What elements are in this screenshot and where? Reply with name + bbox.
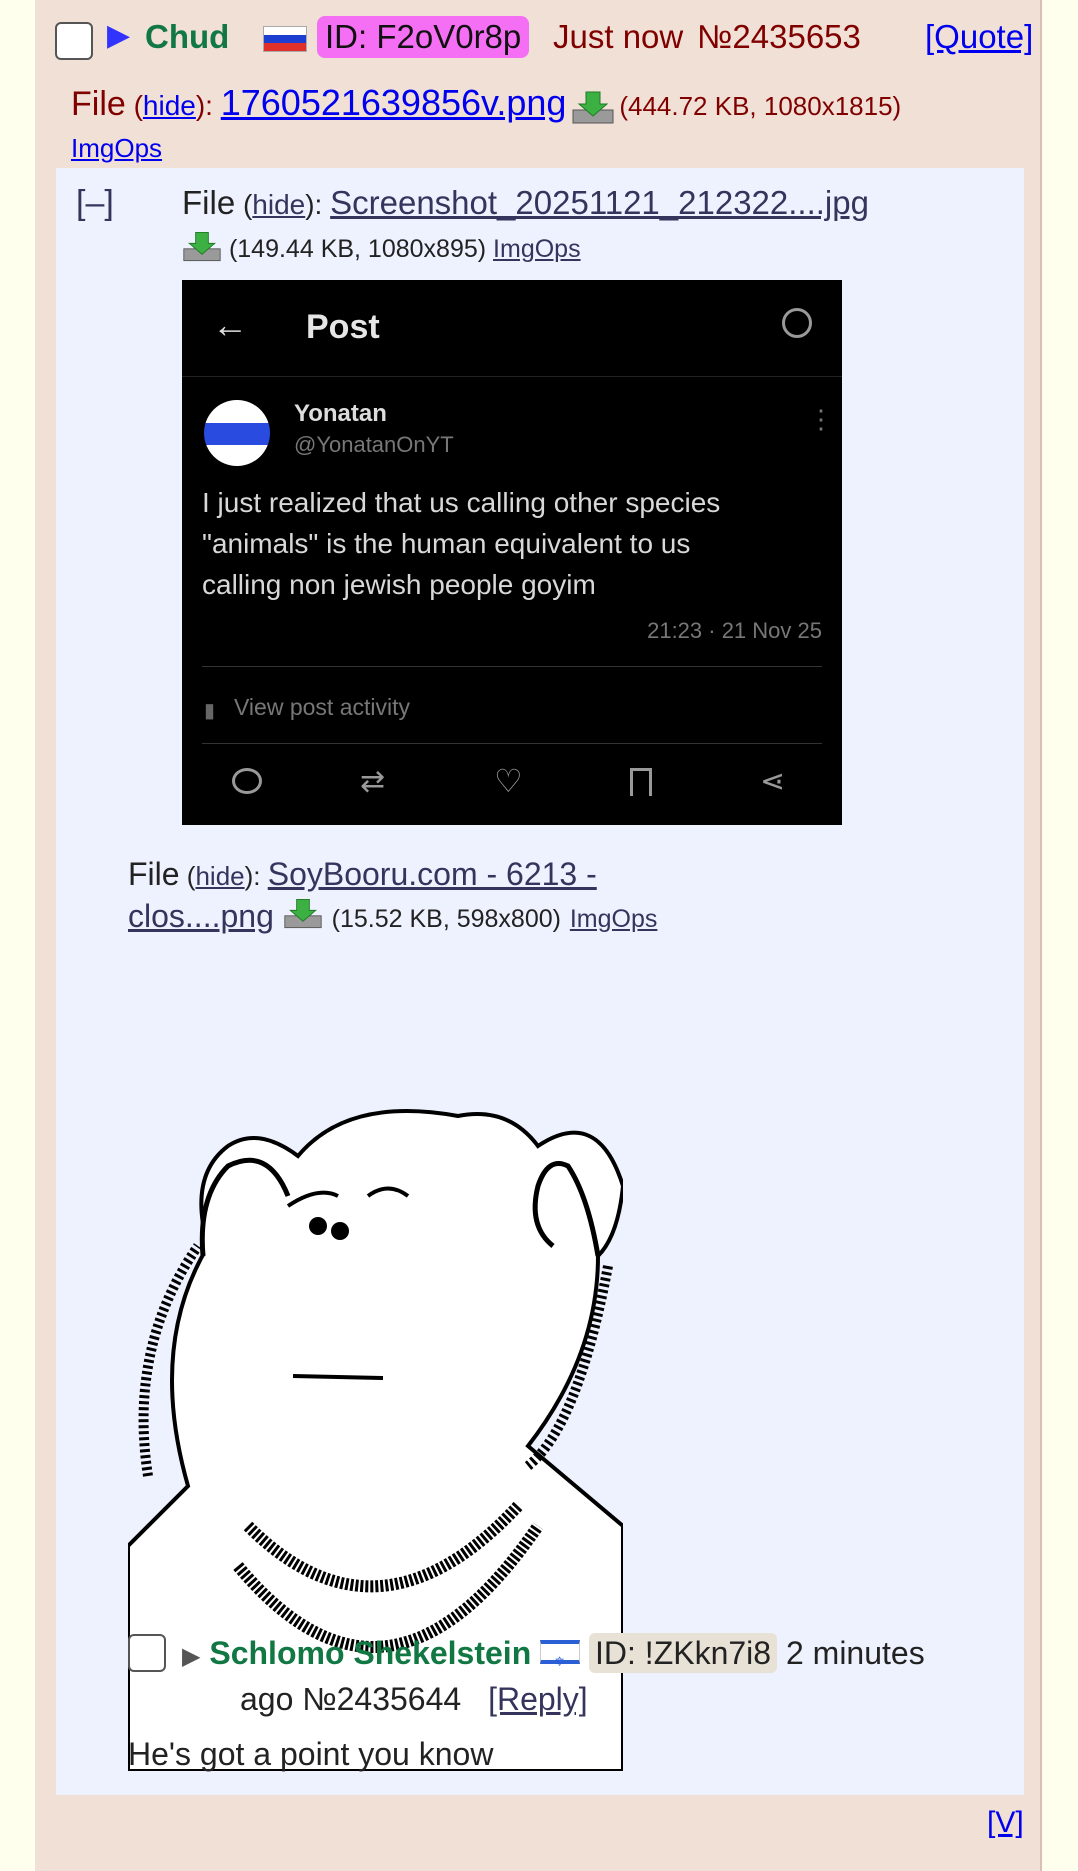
hide-file-link[interactable]: hide [143, 90, 196, 121]
embedded-file1-info: (149.44 KB, 1080x895) ImgOps [182, 230, 581, 271]
reply-icon [232, 768, 262, 794]
retweet-icon: ⇄ [360, 765, 386, 798]
tweet-text-line: calling non jewish people goyim [202, 569, 596, 600]
like-icon: ♡ [494, 763, 523, 799]
file-label: File [182, 184, 236, 221]
avatar [204, 400, 270, 466]
tweet-header: Post [306, 308, 380, 346]
file-name-link[interactable]: 1760521639856v.png [221, 82, 567, 123]
back-arrow-icon: ← [212, 304, 248, 345]
israel-flag-icon [540, 1640, 581, 1683]
post-header: ▶ Chud ID: F2oV0r8p Just now №2435653 [Q… [55, 16, 1035, 66]
expand-arrow-icon[interactable]: ▶ [107, 18, 130, 53]
poster-id-badge[interactable]: ID: F2oV0r8p [317, 16, 530, 58]
poster-name: Chud [145, 18, 230, 55]
embedded-post: [–] File (hide): Screenshot_20251121_212… [56, 168, 1024, 1795]
reply-message: He's got a point you know [128, 1736, 494, 1772]
imgops-link[interactable]: ImgOps [71, 133, 162, 164]
tweet-display-name: Yonatan [294, 400, 387, 427]
post-number[interactable]: №2435644 [302, 1681, 461, 1717]
quote-link[interactable]: [Quote] [925, 18, 1033, 56]
share-icon: ⋖ [760, 765, 786, 798]
post-time: 2 minutes [785, 1635, 925, 1671]
file-name-link[interactable]: SoyBooru.com - 6213 - [268, 856, 597, 892]
expand-arrow-icon[interactable]: ▶ [182, 1643, 200, 1670]
nested-reply-header: ▶ Schlomo Shekelstein ID: !ZKkn7i8 2 min… [182, 1632, 1002, 1720]
tweet-text-line: I just realized that us calling other sp… [202, 487, 721, 518]
file-label: File [128, 856, 180, 892]
post-file-line: File (hide): 1760521639856v.png (444.72 … [71, 82, 1031, 131]
backlink-v[interactable]: [V] [987, 1806, 1024, 1840]
reply-select-checkbox[interactable] [128, 1634, 166, 1672]
refresh-icon [782, 308, 812, 338]
post-number[interactable]: №2435653 [697, 18, 861, 56]
poster-id-badge[interactable]: ID: !ZKkn7i8 [589, 1633, 778, 1673]
tweet-screenshot-image[interactable]: ← Post Yonatan @YonatanOnYT ⋮ I just rea… [182, 280, 842, 825]
imgops-link[interactable]: ImgOps [493, 235, 581, 263]
embedded-file1-line: File (hide): Screenshot_20251121_212322.… [182, 184, 869, 221]
tweet-text: I just realized that us calling other sp… [202, 482, 720, 605]
post-time: Just now [553, 18, 684, 55]
file-info: (444.72 KB, 1080x1815) [619, 91, 902, 121]
download-icon[interactable] [571, 90, 615, 131]
download-icon[interactable] [182, 230, 222, 271]
view-activity-link: View post activity [234, 694, 410, 720]
tweet-timestamp: 21:23 · 21 Nov 25 [647, 618, 822, 643]
file-name-link[interactable]: Screenshot_20251121_212322....jpg [330, 184, 869, 221]
tweet-text-line: "animals" is the human equivalent to us [202, 528, 691, 559]
collapse-toggle[interactable]: [–] [76, 184, 114, 223]
post-select-checkbox[interactable] [55, 22, 93, 60]
hide-file-link[interactable]: hide [195, 861, 244, 891]
post-time-cont: ago [240, 1681, 294, 1717]
bookmark-icon [630, 768, 652, 796]
file-label: File [71, 85, 126, 123]
activity-icon: ▮ [204, 700, 216, 722]
file-info: (149.44 KB, 1080x895) [228, 235, 487, 264]
russia-flag-icon [263, 26, 307, 52]
tweet-handle: @YonatanOnYT [294, 432, 454, 457]
more-options-icon: ⋮ [808, 404, 834, 434]
hide-file-link[interactable]: hide [252, 189, 305, 220]
reply-link[interactable]: [Reply] [488, 1681, 588, 1717]
poster-name: Schlomo Shekelstein [209, 1635, 532, 1671]
